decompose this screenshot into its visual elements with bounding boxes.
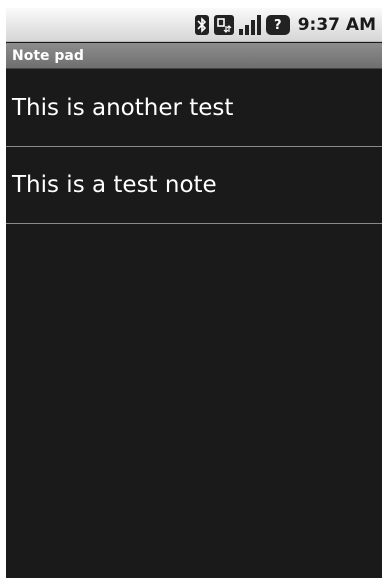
data-sync-icon	[213, 15, 234, 35]
status-bar: ? 9:37 AM	[6, 8, 382, 42]
note-title: This is a test note	[12, 172, 217, 198]
bluetooth-glyph	[197, 17, 206, 33]
note-list-item[interactable]: This is a test note	[6, 147, 382, 224]
bluetooth-icon	[194, 15, 209, 35]
status-icons: ? 9:37 AM	[194, 8, 376, 42]
title-bar: Note pad	[6, 43, 382, 69]
note-list: This is another test This is a test note	[6, 70, 382, 224]
app-title: Note pad	[12, 47, 84, 64]
phone-screen: ? 9:37 AM Note pad This is another test …	[6, 8, 382, 578]
clock: 9:37 AM	[297, 15, 376, 35]
data-sync-glyph	[216, 18, 232, 33]
alert-icon: ?	[265, 15, 290, 35]
signal-strength-icon	[238, 15, 261, 35]
note-title: This is another test	[12, 95, 234, 121]
note-list-item[interactable]: This is another test	[6, 70, 382, 147]
